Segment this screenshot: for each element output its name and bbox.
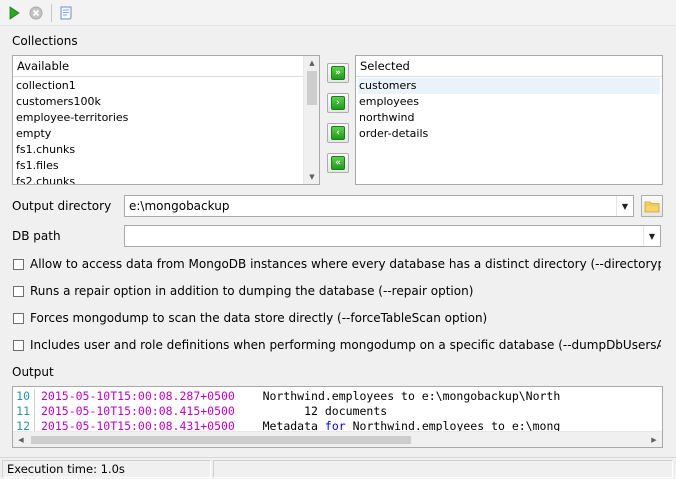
double-chevron-left-icon: «: [331, 156, 345, 170]
output-label: Output: [12, 365, 54, 379]
chevron-down-icon[interactable]: ▼: [643, 226, 660, 246]
list-item[interactable]: fs1.files: [15, 158, 59, 174]
log-timestamp: 2015-05-10T15:00:08.415+0500: [41, 404, 235, 418]
line-number: 11: [13, 404, 35, 419]
option-directoryperdb[interactable]: Allow to access data from MongoDB instan…: [13, 255, 676, 273]
status-secondary: [213, 460, 673, 478]
list-item[interactable]: fs1.chunks: [15, 142, 75, 158]
scroll-right-icon[interactable]: ▶: [646, 432, 662, 447]
add-button[interactable]: ›: [327, 93, 349, 113]
scroll-up-icon[interactable]: ▲: [304, 56, 319, 70]
toolbar: [0, 0, 676, 26]
scrollbar-thumb[interactable]: [307, 71, 317, 105]
list-item[interactable]: employees: [358, 94, 419, 110]
list-item[interactable]: fs2.chunks: [15, 174, 75, 184]
run-button[interactable]: [5, 4, 23, 22]
stop-icon: [29, 6, 43, 20]
browse-button[interactable]: [641, 195, 663, 217]
log-timestamp: 2015-05-10T15:00:08.287+0500: [41, 389, 235, 403]
db-path-combo[interactable]: ▼: [124, 225, 661, 247]
option-label: Allow to access data from MongoDB instan…: [30, 257, 676, 271]
line-number: 10: [13, 389, 35, 404]
checkbox[interactable]: [13, 258, 24, 270]
log-line: 11 2015-05-10T15:00:08.415+0500 12 docume…: [13, 404, 387, 419]
output-directory-combo[interactable]: e:\mongobackup ▼: [124, 195, 634, 217]
output-directory-value: e:\mongobackup: [129, 199, 230, 213]
chevron-right-icon: ›: [331, 96, 345, 110]
remove-all-button[interactable]: «: [327, 153, 349, 173]
list-item[interactable]: customers: [358, 78, 660, 94]
checkbox[interactable]: [13, 285, 24, 297]
option-force-table-scan[interactable]: Forces mongodump to scan the data store …: [13, 309, 487, 327]
output-log[interactable]: 10 2015-05-10T15:00:08.287+0500 Northwind…: [12, 386, 663, 448]
chevron-left-icon: ‹: [331, 126, 345, 140]
option-label: Forces mongodump to scan the data store …: [30, 311, 488, 325]
selected-list-header: Selected: [356, 56, 662, 77]
output-directory-label: Output directory: [12, 199, 112, 213]
checkbox[interactable]: [13, 312, 24, 324]
available-list-scrollbar[interactable]: ▲ ▼: [303, 56, 319, 184]
list-item[interactable]: northwind: [358, 110, 415, 126]
scroll-down-icon[interactable]: ▼: [304, 170, 319, 184]
script-button[interactable]: [57, 4, 75, 22]
execution-time: Execution time: 1.0s: [2, 460, 211, 478]
option-label: Includes user and role definitions when …: [30, 338, 676, 352]
collections-label: Collections: [12, 34, 78, 48]
output-hscrollbar[interactable]: ◀ ▶: [13, 431, 662, 447]
log-line: 10 2015-05-10T15:00:08.287+0500 Northwind…: [13, 389, 560, 404]
double-chevron-right-icon: »: [331, 66, 345, 80]
list-item[interactable]: collection1: [15, 78, 76, 94]
selected-collections-list[interactable]: Selected customers employees northwind o…: [355, 55, 663, 185]
script-icon: [60, 6, 72, 20]
chevron-down-icon[interactable]: ▼: [616, 196, 633, 216]
scroll-left-icon[interactable]: ◀: [13, 432, 29, 447]
remove-button[interactable]: ‹: [327, 123, 349, 143]
scrollbar-thumb[interactable]: [31, 436, 411, 444]
option-repair[interactable]: Runs a repair option in addition to dump…: [13, 282, 473, 300]
checkbox[interactable]: [13, 339, 24, 351]
log-text: Northwind.employees to e:\mongobackup\No…: [234, 389, 561, 403]
log-text: 12 documents: [234, 404, 388, 418]
play-icon: [9, 6, 20, 20]
toolbar-separator: [51, 4, 52, 22]
available-collections-list[interactable]: Available collection1 customers100k empl…: [12, 55, 320, 185]
option-label: Runs a repair option in addition to dump…: [30, 284, 474, 298]
stop-button[interactable]: [27, 4, 45, 22]
list-item[interactable]: empty: [15, 126, 51, 142]
status-bar: Execution time: 1.0s: [0, 457, 676, 479]
db-path-label: DB path: [12, 229, 61, 243]
options-clip: [661, 250, 676, 360]
available-list-header: Available: [13, 56, 319, 77]
list-item[interactable]: order-details: [358, 126, 428, 142]
option-dump-db-users-and-roles[interactable]: Includes user and role definitions when …: [13, 336, 676, 354]
list-item[interactable]: customers100k: [15, 94, 101, 110]
list-item[interactable]: employee-territories: [15, 110, 128, 126]
folder-icon: [644, 201, 660, 213]
add-all-button[interactable]: »: [327, 63, 349, 83]
